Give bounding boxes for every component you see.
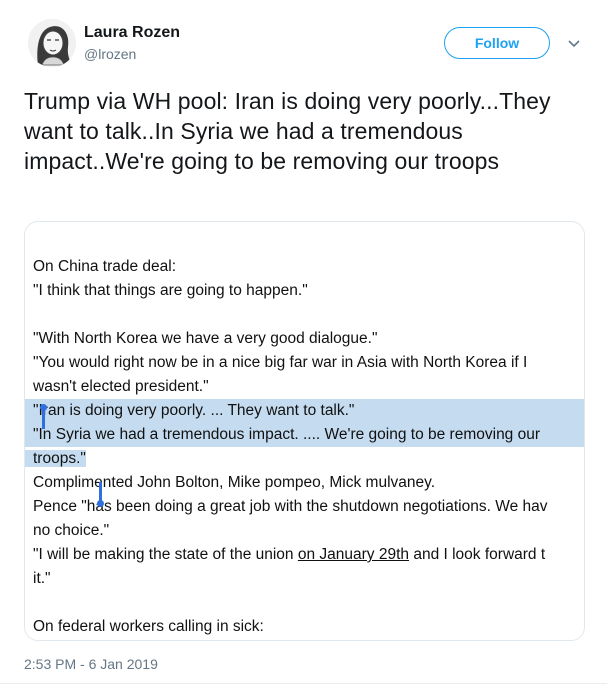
sotu-date-link: on January 29th [297, 546, 410, 563]
avatar[interactable] [28, 19, 76, 67]
selection-knob [40, 404, 47, 411]
tweet-text: Trump via WH pool: Iran is doing very po… [24, 88, 551, 174]
note-line: "With North Korea we have a very good di… [33, 330, 378, 347]
author-name[interactable]: Laura Rozen [84, 24, 180, 42]
screenshot-note: On China trade deal: "I think that thing… [25, 255, 584, 639]
note-line: On China trade deal: [33, 258, 177, 275]
note-line-highlighted: troops." [25, 450, 86, 467]
note-line: "I think that things are going to happen… [33, 282, 308, 299]
attached-image[interactable]: On China trade deal: "I think that thing… [24, 221, 585, 641]
note-line-highlighted: "In Syria we had a tremendous impact. ..… [25, 423, 584, 447]
note-line: Complimented John Bolton, Mike pompeo, M… [33, 474, 436, 491]
tweet-timestamp[interactable]: 2:53 PM - 6 Jan 2019 [24, 656, 158, 672]
tweet-header: Laura Rozen @lrozen Follow [0, 0, 607, 80]
note-line: wasn't elected president." [33, 378, 209, 395]
avatar-sketch-icon [28, 19, 76, 67]
chevron-down-icon[interactable] [566, 37, 582, 49]
author-handle[interactable]: @lrozen [84, 46, 136, 62]
note-line [33, 591, 584, 615]
note-line: no choice." [33, 522, 110, 539]
note-line: it." [33, 570, 51, 587]
follow-button[interactable]: Follow [444, 27, 550, 59]
note-line: "I will be making the state of the union… [33, 543, 584, 567]
note-line: Pence "has been doing a great job with t… [33, 498, 548, 515]
note-line [33, 303, 584, 327]
note-text: and I look forward t [409, 546, 546, 563]
note-line: "You would right now be in a nice big fa… [33, 354, 528, 371]
note-line-highlighted: "Iran is doing very poorly. ... They wan… [25, 399, 584, 423]
note-line: troops." [25, 447, 584, 471]
selection-end-handle [97, 482, 104, 507]
selection-start-handle [40, 404, 47, 429]
note-line: On federal workers calling in sick: [33, 618, 264, 635]
note-text: "I will be making the state of the union [33, 546, 298, 563]
selection-knob [97, 500, 104, 507]
